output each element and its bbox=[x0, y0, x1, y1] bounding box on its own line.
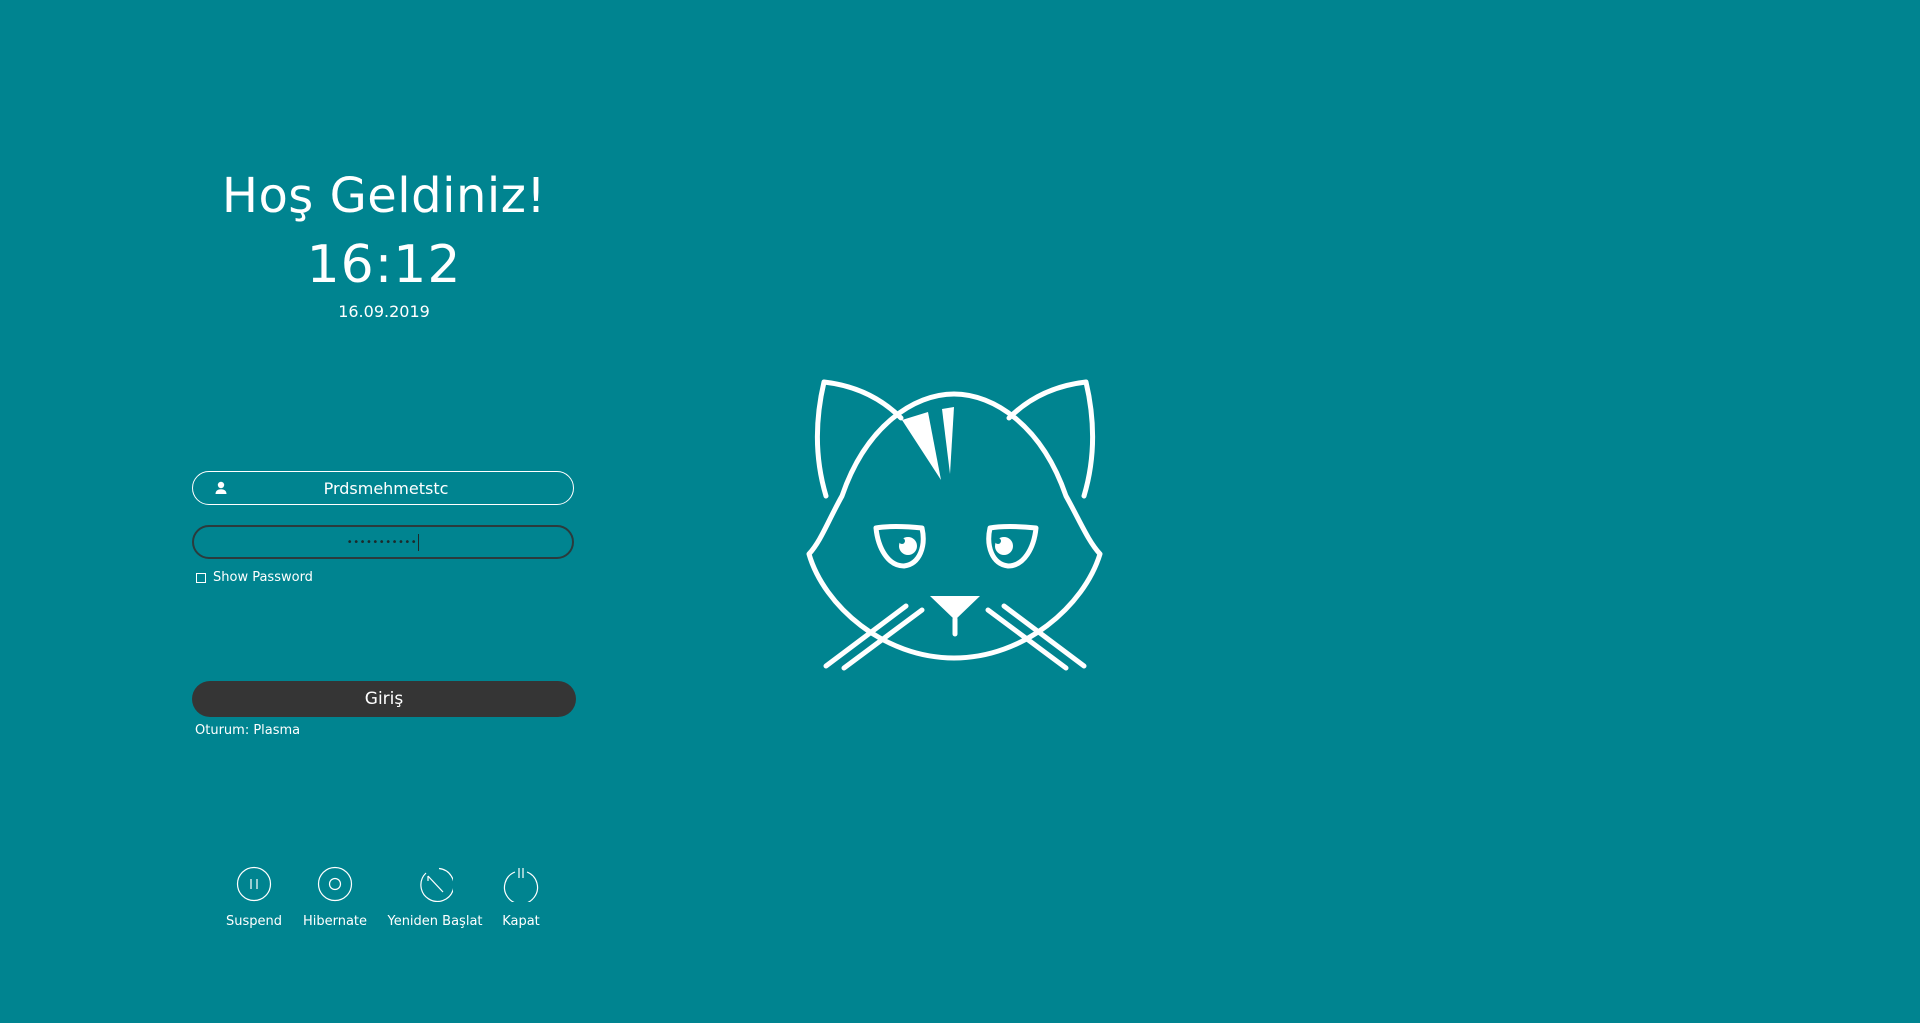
shutdown-button[interactable]: Kapat bbox=[496, 866, 546, 929]
suspend-label: Suspend bbox=[225, 914, 282, 929]
user-icon bbox=[213, 480, 229, 496]
password-field[interactable]: ••••••••••• bbox=[192, 525, 574, 559]
clock-date: 16.09.2019 bbox=[338, 302, 430, 321]
username-value: Prdsmehmetstc bbox=[323, 478, 449, 498]
shutdown-label: Kapat bbox=[502, 914, 540, 929]
suspend-icon bbox=[236, 866, 272, 914]
text-cursor bbox=[418, 533, 420, 551]
restart-icon bbox=[417, 866, 455, 914]
session-selector[interactable]: Oturum: Plasma bbox=[195, 723, 300, 738]
restart-button[interactable]: Yeniden Başlat bbox=[386, 866, 484, 929]
username-field[interactable]: Prdsmehmetstc bbox=[192, 471, 574, 505]
show-password-label: Show Password bbox=[213, 570, 313, 585]
suspend-button[interactable]: Suspend bbox=[224, 866, 284, 929]
password-value: ••••••••••• bbox=[346, 536, 418, 548]
hibernate-icon bbox=[317, 866, 353, 914]
login-button[interactable]: Giriş bbox=[192, 681, 576, 717]
show-password-checkbox[interactable] bbox=[196, 572, 206, 583]
cat-logo-icon bbox=[804, 376, 1106, 672]
hibernate-label: Hibernate bbox=[302, 914, 368, 929]
restart-label: Yeniden Başlat bbox=[387, 914, 483, 929]
shutdown-icon bbox=[503, 866, 539, 914]
hibernate-button[interactable]: Hibernate bbox=[300, 866, 370, 929]
welcome-title: Hoş Geldiniz! bbox=[221, 168, 547, 224]
show-password-toggle[interactable]: Show Password bbox=[196, 570, 313, 585]
clock-time: 16:12 bbox=[306, 235, 462, 295]
